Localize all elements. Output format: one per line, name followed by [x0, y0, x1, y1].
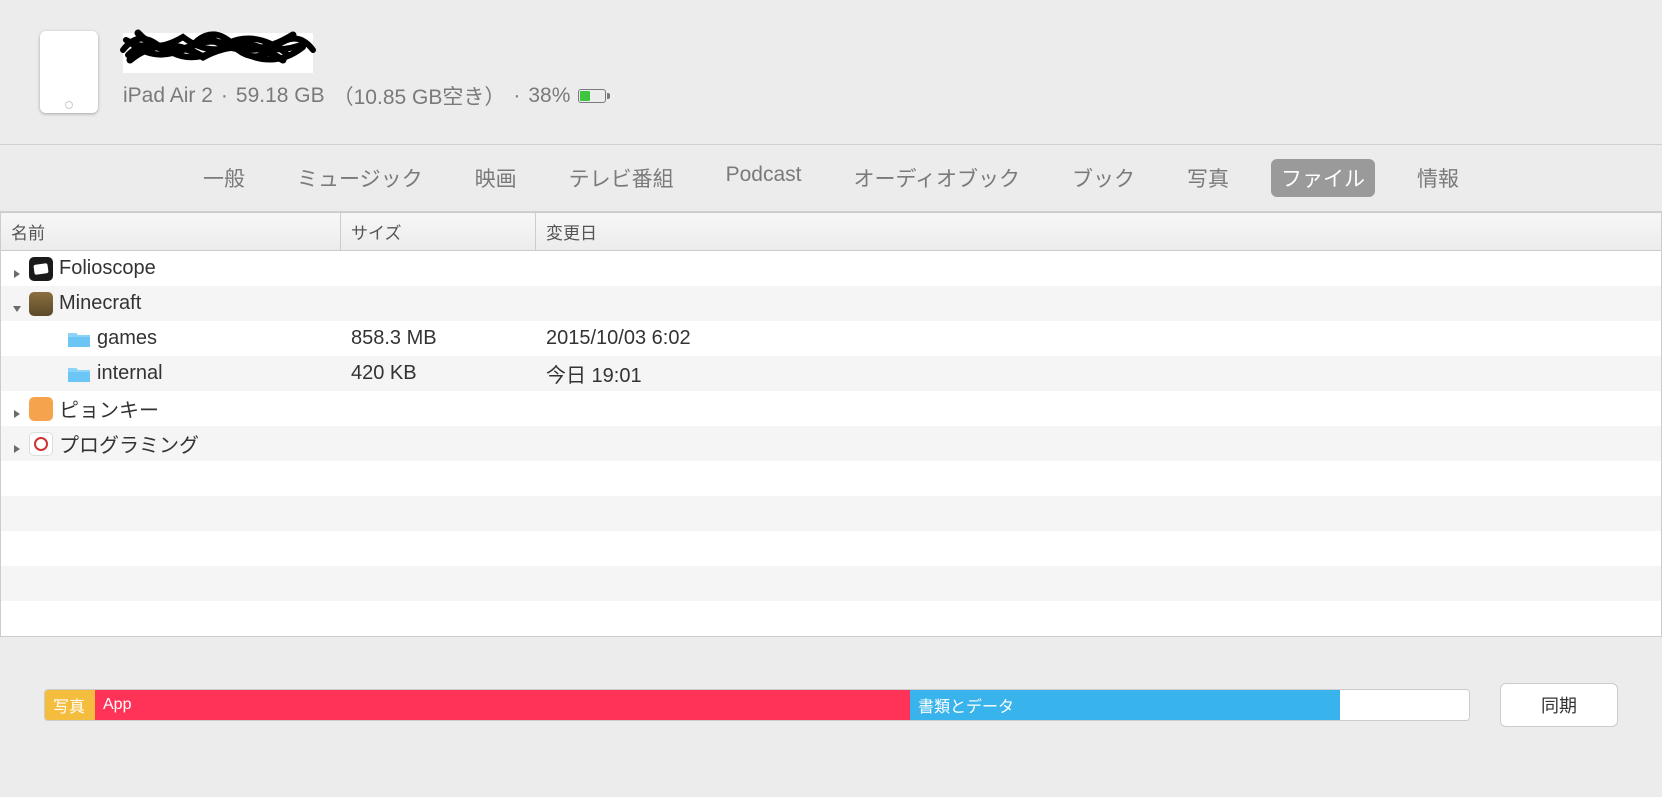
table-row-empty: [1, 496, 1661, 531]
app-icon-folioscope: [29, 257, 53, 281]
app-icon-programming: [29, 432, 53, 456]
table-body: Folioscope Minecraft games: [1, 251, 1661, 636]
file-date: 2015/10/03 6:02: [536, 327, 1661, 350]
table-row[interactable]: games 858.3 MB 2015/10/03 6:02: [1, 321, 1661, 356]
app-name: ピョンキー: [59, 394, 159, 423]
app-name: プログラミング: [59, 429, 199, 458]
app-name: Folioscope: [59, 257, 156, 280]
device-model: iPad Air 2: [123, 84, 213, 108]
table-row-empty: [1, 566, 1661, 601]
storage-total: 59.18 GB: [236, 84, 325, 108]
table-row-empty: [1, 601, 1661, 636]
device-subtitle: iPad Air 2 · 59.18 GB （10.85 GB空き） · 38%: [123, 81, 1622, 111]
separator-dot: ·: [221, 84, 228, 108]
column-header-name[interactable]: 名前: [1, 213, 341, 250]
storage-segment-docs: 書類とデータ: [910, 690, 1340, 720]
app-name: Minecraft: [59, 292, 141, 315]
storage-bar[interactable]: 写真 App 書類とデータ: [44, 689, 1470, 721]
tab-music[interactable]: ミュージック: [287, 159, 433, 197]
folder-icon: [67, 365, 91, 383]
disclosure-triangle-icon[interactable]: [11, 298, 23, 310]
device-name-redacted: [123, 33, 313, 73]
app-icon-minecraft: [29, 292, 53, 316]
disclosure-triangle-icon[interactable]: [11, 403, 23, 415]
table-row[interactable]: internal 420 KB 今日 19:01: [1, 356, 1661, 391]
tab-movies[interactable]: 映画: [465, 159, 527, 197]
tab-bar: 一般 ミュージック 映画 テレビ番組 Podcast オーディオブック ブック …: [0, 145, 1662, 212]
file-size: 858.3 MB: [341, 327, 536, 350]
app-icon-pyonkee: [29, 397, 53, 421]
tab-general[interactable]: 一般: [193, 159, 255, 197]
device-header: iPad Air 2 · 59.18 GB （10.85 GB空き） · 38%: [0, 0, 1662, 145]
battery-percent: 38%: [528, 84, 570, 108]
folder-icon: [67, 330, 91, 348]
device-info: iPad Air 2 · 59.18 GB （10.85 GB空き） · 38%: [123, 33, 1622, 111]
table-header: 名前 サイズ 変更日: [1, 213, 1661, 251]
file-date: 今日 19:01: [536, 359, 1661, 388]
storage-segment-app: App: [95, 690, 910, 720]
tab-info[interactable]: 情報: [1407, 159, 1469, 197]
table-row[interactable]: ピョンキー: [1, 391, 1661, 426]
tab-audiobook[interactable]: オーディオブック: [843, 159, 1030, 197]
file-size: 420 KB: [341, 362, 536, 385]
table-row[interactable]: Folioscope: [1, 251, 1661, 286]
table-row-empty: [1, 531, 1661, 566]
battery-icon: [578, 89, 610, 103]
storage-segment-photos: 写真: [45, 690, 95, 720]
separator-dot: ·: [513, 84, 520, 108]
column-header-size[interactable]: サイズ: [341, 213, 536, 250]
disclosure-triangle-icon[interactable]: [11, 438, 23, 450]
table-row[interactable]: Minecraft: [1, 286, 1661, 321]
table-row-empty: [1, 461, 1661, 496]
storage-bar-container: 写真 App 書類とデータ 同期: [44, 683, 1618, 727]
sync-button[interactable]: 同期: [1500, 683, 1618, 727]
storage-segment-free: [1340, 690, 1469, 720]
tab-tv[interactable]: テレビ番組: [559, 159, 684, 197]
tab-books[interactable]: ブック: [1062, 159, 1145, 197]
folder-name: games: [97, 327, 157, 350]
tab-podcast[interactable]: Podcast: [716, 159, 812, 197]
table-row[interactable]: プログラミング: [1, 426, 1661, 461]
tab-photos[interactable]: 写真: [1177, 159, 1239, 197]
file-table: 名前 サイズ 変更日 Folioscope Minecraft: [0, 212, 1662, 637]
tab-files[interactable]: ファイル: [1271, 159, 1375, 197]
folder-name: internal: [97, 362, 163, 385]
column-header-date[interactable]: 変更日: [536, 213, 1661, 250]
redaction-scribble-icon: [118, 25, 318, 75]
disclosure-triangle-icon[interactable]: [11, 263, 23, 275]
storage-free: （10.85 GB空き）: [333, 81, 506, 111]
device-icon: [40, 31, 98, 113]
